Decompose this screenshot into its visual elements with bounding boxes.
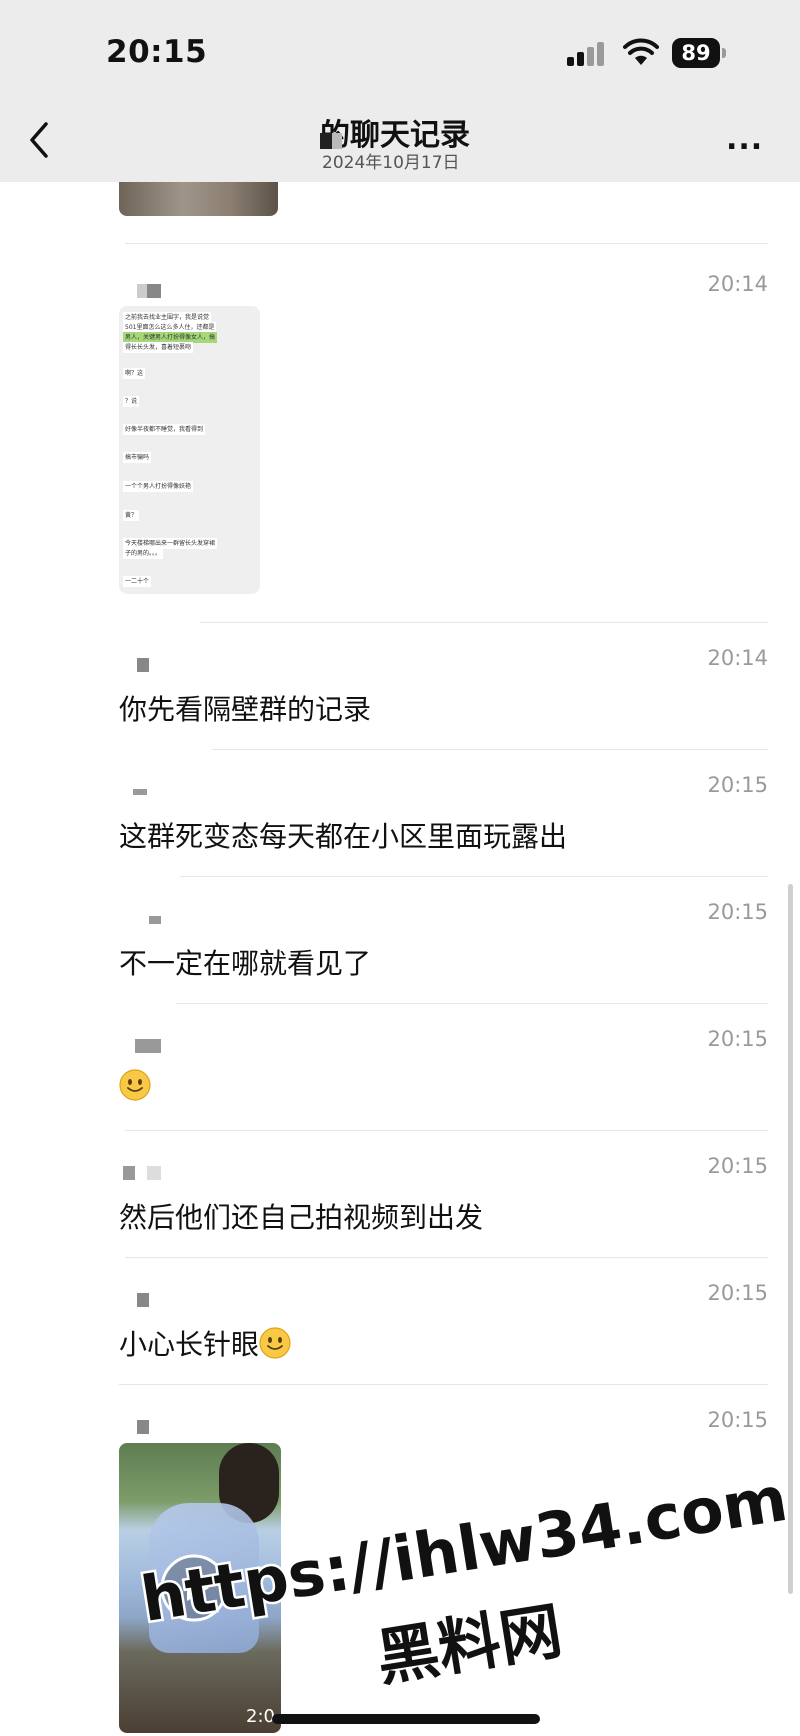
message-text: 20:15 然后他们还自己拍视频到出发 — [119, 1154, 768, 1234]
back-chevron-icon[interactable] — [24, 118, 54, 162]
message-timestamp: 20:15 — [707, 1154, 768, 1178]
sender-name-redacted — [137, 658, 149, 672]
chat-history-image[interactable]: 之前我去找业主围字，我是说觉 501里面怎么这么多人住，还都是 男人，关键男人打… — [119, 306, 260, 594]
sender-name-redacted — [123, 1166, 161, 1180]
divider — [125, 1130, 768, 1131]
video-thumbnail[interactable]: 2:0 — [119, 1443, 281, 1733]
message-emoji: 20:15 — [119, 1027, 768, 1101]
message-text: 20:15 这群死变态每天都在小区里面玩露出 — [119, 773, 768, 853]
sender-name-redacted — [137, 1420, 149, 1434]
thumbnail-text: 子的男的。。。 — [123, 548, 164, 559]
thumbnail-text: 一二十个 — [123, 576, 152, 587]
divider — [125, 1257, 768, 1258]
smile-emoji-icon — [259, 1327, 291, 1359]
home-indicator[interactable] — [272, 1714, 540, 1724]
message-text: 20:15 小心长针眼 — [119, 1281, 768, 1361]
message-body — [119, 1069, 151, 1103]
message-body: 不一定在哪就看见了 — [119, 947, 372, 980]
smile-emoji-icon — [119, 1069, 151, 1101]
divider — [119, 1384, 768, 1385]
thumbnail-text: 啊？这 — [123, 368, 146, 379]
thumbnail-text: 搞市骗吗 — [123, 452, 152, 463]
message-timestamp: 20:14 — [707, 272, 768, 296]
message-video: 20:15 — [119, 1408, 768, 1440]
divider — [212, 749, 768, 750]
thumbnail-text: ？说 — [123, 396, 140, 407]
thumbnail-text: 好像半夜都不睡觉，我看得到 — [123, 424, 206, 435]
sender-name-redacted — [137, 284, 161, 298]
message-text: 20:14 你先看隔壁群的记录 — [119, 646, 768, 726]
divider — [180, 876, 768, 877]
divider — [176, 1003, 768, 1004]
message-timestamp: 20:14 — [707, 646, 768, 670]
message-body: 然后他们还自己拍视频到出发 — [119, 1201, 484, 1234]
more-options-icon[interactable]: ... — [726, 122, 766, 157]
scrollbar[interactable] — [788, 884, 793, 1594]
sender-name-redacted — [133, 785, 147, 799]
message-body: 这群死变态每天都在小区里面玩露出 — [119, 820, 568, 853]
thumbnail-text: 一个个男人打扮得像妖艳 — [123, 481, 194, 492]
watermark-site-name: 黑料网 — [372, 1594, 567, 1695]
battery-level: 89 — [672, 38, 720, 68]
message-timestamp: 20:15 — [707, 1408, 768, 1432]
video-duration: 2:0 — [246, 1706, 275, 1727]
divider — [125, 243, 768, 244]
message-body: 你先看隔壁群的记录 — [119, 693, 372, 726]
message-body-text: 小心长针眼 — [119, 1328, 260, 1361]
sender-name-redacted — [149, 912, 161, 926]
cellular-signal-icon — [567, 42, 609, 66]
thumbnail-text: 黄？ — [123, 510, 140, 521]
page-subtitle-date: 2024年10月17日 — [322, 153, 460, 173]
battery-icon: 89 — [672, 38, 726, 68]
sender-name-redacted — [137, 1293, 149, 1307]
title-redaction — [318, 133, 348, 149]
message-timestamp: 20:15 — [707, 773, 768, 797]
wifi-icon — [623, 38, 659, 65]
message-timestamp: 20:15 — [707, 1281, 768, 1305]
divider — [200, 622, 768, 623]
play-icon[interactable] — [159, 1553, 229, 1623]
sender-name-redacted — [135, 1039, 161, 1053]
message-body: 小心长针眼 — [119, 1323, 291, 1363]
message-timestamp: 20:15 — [707, 900, 768, 924]
message-text: 20:15 不一定在哪就看见了 — [119, 900, 768, 980]
top-bar: 20:15 89 的聊天记录 2024年10月17日 ... — [0, 0, 800, 182]
thumbnail-text: 得长长头发，喜着短裹吻 — [123, 342, 194, 353]
message-timestamp: 20:15 — [707, 1027, 768, 1051]
status-time: 20:15 — [106, 34, 208, 70]
